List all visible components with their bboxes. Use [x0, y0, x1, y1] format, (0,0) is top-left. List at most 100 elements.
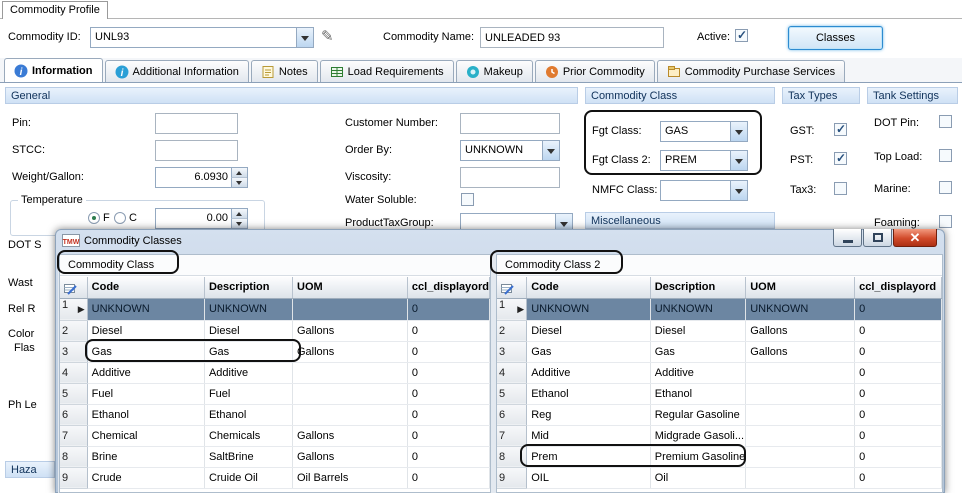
column-header-description[interactable]: Description: [650, 277, 745, 298]
foaming-checkbox[interactable]: [939, 215, 952, 228]
spin-down-icon[interactable]: [231, 218, 247, 228]
tab-notes[interactable]: Notes: [251, 60, 318, 82]
tab-makeup[interactable]: Makeup: [456, 60, 533, 82]
grid-row[interactable]: 4AdditiveAdditive0: [497, 362, 942, 383]
displayord-cell[interactable]: 0: [855, 383, 942, 404]
code-cell[interactable]: Fuel: [87, 383, 204, 404]
code-cell[interactable]: OIL: [527, 467, 651, 488]
displayord-cell[interactable]: 0: [855, 298, 942, 320]
chevron-down-icon[interactable]: [542, 141, 559, 160]
description-cell[interactable]: Oil: [650, 467, 745, 488]
chevron-down-icon[interactable]: [730, 122, 747, 141]
displayord-cell[interactable]: 0: [855, 404, 942, 425]
tab-commodity-purchase-services[interactable]: Commodity Purchase Services: [657, 60, 845, 82]
row-number-cell[interactable]: 2: [60, 320, 87, 341]
row-number-cell[interactable]: 8: [60, 446, 87, 467]
tab-commodity-profile[interactable]: Commodity Profile: [2, 1, 108, 19]
column-header-code[interactable]: Code: [87, 277, 204, 298]
pin-input[interactable]: [155, 113, 238, 134]
spin-down-icon[interactable]: [231, 177, 247, 187]
column-header-description[interactable]: Description: [204, 277, 292, 298]
row-number-cell[interactable]: 4: [497, 362, 527, 383]
row-number-cell[interactable]: 8: [497, 446, 527, 467]
close-button[interactable]: ✕: [893, 229, 937, 247]
displayord-cell[interactable]: 0: [407, 383, 489, 404]
uom-cell[interactable]: [293, 362, 408, 383]
celsius-radio[interactable]: [114, 212, 126, 224]
spin-up-icon[interactable]: [231, 168, 247, 177]
grid-row[interactable]: 2DieselDieselGallons0: [60, 320, 490, 341]
description-cell[interactable]: Regular Gasoline: [650, 404, 745, 425]
description-cell[interactable]: SaltBrine: [204, 446, 292, 467]
description-cell[interactable]: Fuel: [204, 383, 292, 404]
uom-cell[interactable]: [746, 404, 855, 425]
grid-row[interactable]: 9CrudeCruide OilOil Barrels0: [60, 467, 490, 488]
column-header-displayord[interactable]: ccl_displayord: [855, 277, 942, 298]
chevron-down-icon[interactable]: [730, 181, 747, 200]
description-cell[interactable]: Additive: [650, 362, 745, 383]
row-number-cell[interactable]: 9: [60, 467, 87, 488]
grid-row[interactable]: 3GasGasGallons0: [497, 341, 942, 362]
row-number-cell[interactable]: 5: [497, 383, 527, 404]
description-cell[interactable]: Gas: [650, 341, 745, 362]
uom-cell[interactable]: [746, 362, 855, 383]
nmfc-class-combo[interactable]: [660, 180, 748, 201]
code-cell[interactable]: Reg: [527, 404, 651, 425]
tab-information[interactable]: i Information: [4, 58, 103, 82]
description-cell[interactable]: Ethanol: [650, 383, 745, 404]
grid-row[interactable]: 6EthanolEthanol0: [60, 404, 490, 425]
minimize-button[interactable]: [833, 229, 862, 247]
commodity-name-input[interactable]: [480, 27, 664, 48]
code-cell[interactable]: Brine: [87, 446, 204, 467]
code-cell[interactable]: Chemical: [87, 425, 204, 446]
displayord-cell[interactable]: 0: [855, 362, 942, 383]
code-cell[interactable]: Mid: [527, 425, 651, 446]
pst-checkbox[interactable]: [834, 152, 847, 165]
grid-row[interactable]: 9OILOil0: [497, 467, 942, 488]
displayord-cell[interactable]: 0: [855, 446, 942, 467]
displayord-cell[interactable]: 0: [407, 298, 489, 320]
row-number-cell[interactable]: 6: [60, 404, 87, 425]
temperature-spinner[interactable]: 0.00: [155, 208, 248, 229]
classes-button[interactable]: Classes: [788, 26, 883, 50]
chevron-down-icon[interactable]: [296, 28, 313, 47]
weight-gallon-spinner[interactable]: 6.0930: [155, 167, 248, 188]
row-number-cell[interactable]: 7: [60, 425, 87, 446]
uom-cell[interactable]: [293, 298, 408, 320]
grid-row[interactable]: 5EthanolEthanol0: [497, 383, 942, 404]
grid-row[interactable]: 1▶UNKNOWNUNKNOWNUNKNOWN0: [497, 298, 942, 320]
uom-cell[interactable]: Gallons: [293, 320, 408, 341]
spin-up-icon[interactable]: [231, 209, 247, 218]
row-number-cell[interactable]: 3: [60, 341, 87, 362]
uom-cell[interactable]: Gallons: [746, 341, 855, 362]
row-number-cell[interactable]: 2: [497, 320, 527, 341]
row-number-cell[interactable]: 1▶: [497, 298, 527, 320]
uom-cell[interactable]: UNKNOWN: [746, 298, 855, 320]
code-cell[interactable]: Gas: [87, 341, 204, 362]
chevron-down-icon[interactable]: [730, 151, 747, 170]
fgt-class-combo[interactable]: GAS: [660, 121, 748, 142]
grid-row[interactable]: 5FuelFuel0: [60, 383, 490, 404]
uom-cell[interactable]: [746, 383, 855, 404]
description-cell[interactable]: Premium Gasoline: [650, 446, 745, 467]
row-number-cell[interactable]: 7: [497, 425, 527, 446]
row-number-cell[interactable]: 4: [60, 362, 87, 383]
uom-cell[interactable]: Gallons: [293, 446, 408, 467]
grid-row[interactable]: 1▶UNKNOWNUNKNOWN0: [60, 298, 490, 320]
commodity-class2-grid[interactable]: Code Description UOM ccl_displayord 1▶UN…: [497, 277, 942, 489]
uom-cell[interactable]: Gallons: [293, 425, 408, 446]
row-selector-header[interactable]: [497, 277, 527, 298]
viscosity-input[interactable]: [460, 167, 560, 188]
displayord-cell[interactable]: 0: [855, 425, 942, 446]
grid-row[interactable]: 8PremPremium Gasoline0: [497, 446, 942, 467]
grid-row[interactable]: 6RegRegular Gasoline0: [497, 404, 942, 425]
row-number-cell[interactable]: 3: [497, 341, 527, 362]
column-header-code[interactable]: Code: [527, 277, 651, 298]
uom-cell[interactable]: [293, 383, 408, 404]
description-cell[interactable]: Cruide Oil: [204, 467, 292, 488]
description-cell[interactable]: Midgrade Gasoli...: [650, 425, 745, 446]
grid-row[interactable]: 7ChemicalChemicalsGallons0: [60, 425, 490, 446]
displayord-cell[interactable]: 0: [855, 341, 942, 362]
water-soluble-checkbox[interactable]: [461, 193, 474, 206]
code-cell[interactable]: Diesel: [527, 320, 651, 341]
